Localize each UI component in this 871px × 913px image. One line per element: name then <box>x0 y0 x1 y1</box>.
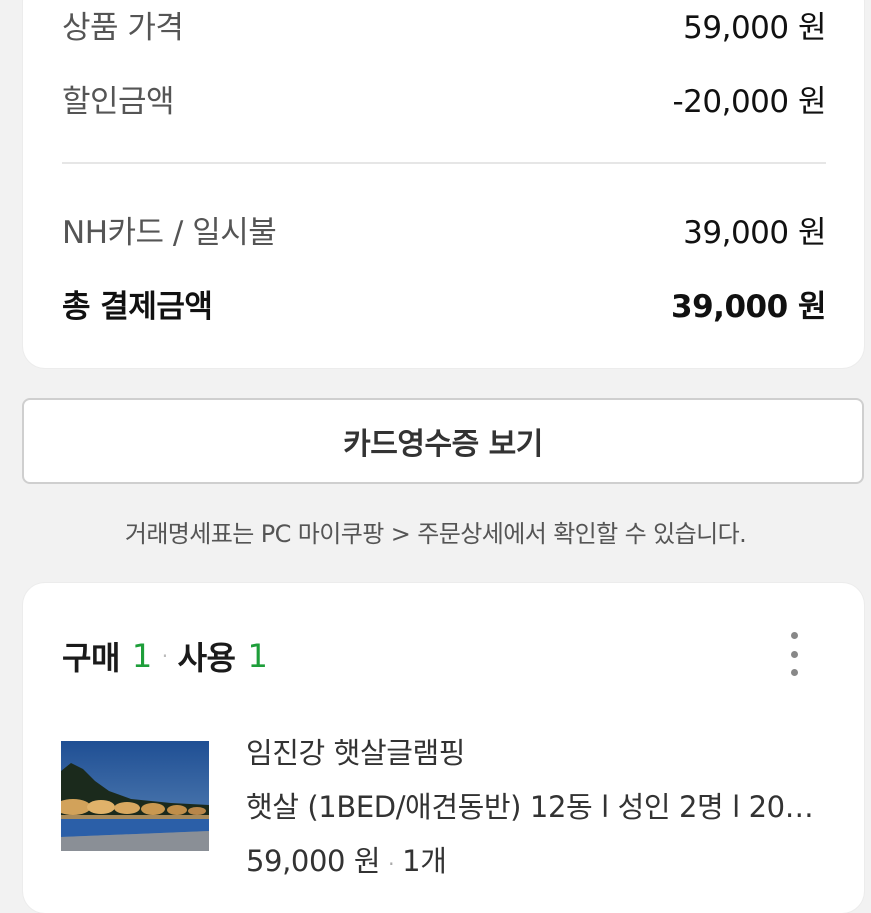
product-quantity: 1개 <box>402 844 447 878</box>
product-price: 59,000 원 <box>246 844 381 878</box>
product-price-label: 상품 가격 <box>62 10 184 46</box>
usage-label: 사용 <box>177 639 236 677</box>
product-thumbnail[interactable] <box>61 741 209 851</box>
product-price-quantity: 59,000 원 · 1개 <box>246 838 447 880</box>
product-price-value: 59,000 원 <box>683 10 826 46</box>
separator-dot: · <box>161 644 168 668</box>
card-payment-label: NH카드 / 일시불 <box>62 215 277 251</box>
product-option: 햇살 (1BED/애견동반) 12동 l 성인 2명 l 2023-08-12 <box>246 790 828 824</box>
product-price-row: 상품 가격 59,000 원 <box>62 2 826 47</box>
discount-label: 할인금액 <box>62 84 175 120</box>
card-receipt-button[interactable]: 카드영수증 보기 <box>22 398 864 484</box>
discount-row: 할인금액 -20,000 원 <box>62 76 826 121</box>
purchase-label: 구매 <box>62 639 120 677</box>
more-options-icon[interactable] <box>780 632 808 676</box>
invoice-notice: 거래명세표는 PC 마이쿠팡 > 주문상세에서 확인할 수 있습니다. <box>124 520 747 548</box>
usage-status: 구매 1 · 사용 1 <box>62 633 268 679</box>
total-payment-row: 총 결제금액 39,000 원 <box>62 281 826 326</box>
separator-dot: · <box>388 852 395 876</box>
card-payment-row: NH카드 / 일시불 39,000 원 <box>62 207 826 252</box>
discount-value: -20,000 원 <box>672 84 826 120</box>
summary-divider <box>62 162 826 164</box>
product-name[interactable]: 임진강 햇살글램핑 <box>246 730 465 772</box>
usage-count: 1 <box>247 637 268 675</box>
card-payment-value: 39,000 원 <box>683 215 826 251</box>
purchase-count: 1 <box>131 637 152 675</box>
total-payment-value: 39,000 원 <box>671 289 826 325</box>
total-payment-label: 총 결제금액 <box>62 289 213 325</box>
